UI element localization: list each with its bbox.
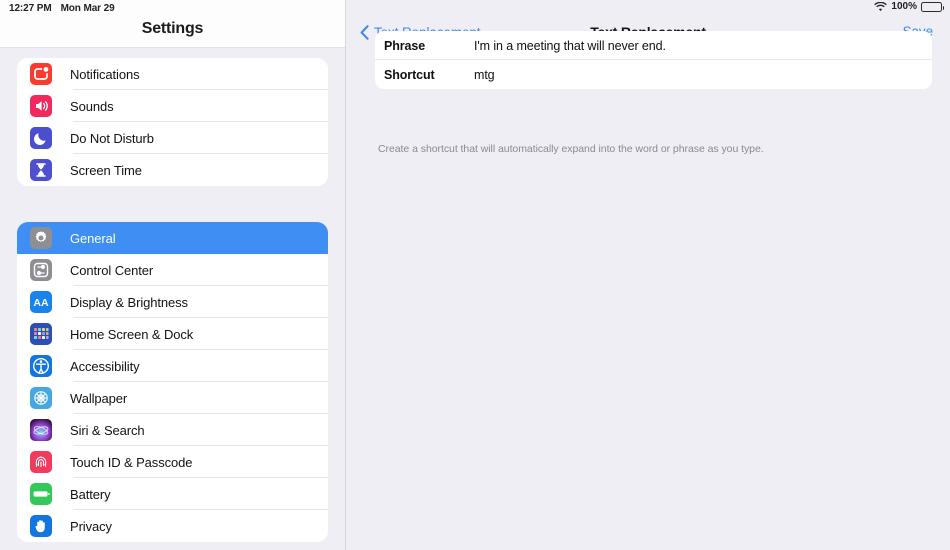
sidebar-item-screen-time[interactable]: Screen Time [17,154,328,186]
battery-icon [30,483,52,505]
do-not-disturb-icon [30,127,52,149]
sidebar-header: Settings [0,0,345,48]
shortcut-input[interactable] [474,67,904,82]
sidebar-item-label: Privacy [70,518,112,534]
sidebar-item-label: Siri & Search [70,422,145,438]
sidebar-item-do-not-disturb[interactable]: Do Not Disturb [17,122,328,154]
screen-time-icon [30,159,52,181]
sidebar-item-privacy[interactable]: Privacy [17,510,328,542]
control-center-icon [30,259,52,281]
page-title: Settings [141,20,204,37]
sidebar-item-label: Sounds [70,98,114,114]
sidebar-item-home-screen-dock[interactable]: Home Screen & Dock [17,318,328,350]
privacy-hand-icon [30,515,52,537]
phrase-input[interactable] [474,38,904,53]
accessibility-icon [30,355,52,377]
sidebar-item-touch-id-passcode[interactable]: Touch ID & Passcode [17,446,328,478]
sidebar-item-battery[interactable]: Battery [17,478,328,510]
form-row-phrase[interactable]: Phrase [375,31,932,60]
sidebar-item-label: Home Screen & Dock [70,326,194,342]
siri-search-icon [30,419,52,441]
chevron-left-icon [360,24,369,40]
shortcut-label: Shortcut [384,67,435,82]
sidebar-item-display-brightness[interactable]: AA Display & Brightness [17,286,328,318]
phrase-label: Phrase [384,38,426,53]
home-screen-dock-icon [30,323,52,345]
sidebar-item-sounds[interactable]: Sounds [17,90,328,122]
ipad-settings-screen: 12:27 PM Mon Mar 29 100% Settings Notifi… [0,0,950,550]
sidebar-item-label: General [70,230,116,246]
notifications-icon [30,63,52,85]
sidebar-item-accessibility[interactable]: Accessibility [17,350,328,382]
display-brightness-icon: AA [30,291,52,313]
sidebar-item-label: Screen Time [70,162,142,178]
sounds-icon [30,95,52,117]
form-row-shortcut[interactable]: Shortcut [375,60,932,89]
touch-id-passcode-icon [30,451,52,473]
sidebar-item-label: Notifications [70,66,140,82]
sidebar-item-label: Touch ID & Passcode [70,454,193,470]
wallpaper-icon [30,387,52,409]
sidebar-item-label: Battery [70,486,111,502]
sidebar-scroll-area[interactable]: Notifications Sounds Do Not Disturb Scre… [0,48,345,542]
svg-text:AA: AA [33,297,49,309]
detail-pane: Text Replacement Text Replacement Save P… [346,0,950,550]
form-footnote: Create a shortcut that will automaticall… [378,143,764,155]
text-replacement-form: Phrase Shortcut [375,31,932,89]
settings-sidebar: Settings Notifications Sounds Do Not Dis… [0,0,346,550]
sidebar-group-1: Notifications Sounds Do Not Disturb Scre… [17,58,328,186]
sidebar-item-control-center[interactable]: Control Center [17,254,328,286]
sidebar-item-label: Do Not Disturb [70,130,154,146]
sidebar-item-label: Accessibility [70,358,140,374]
sidebar-item-notifications[interactable]: Notifications [17,58,328,90]
sidebar-item-general[interactable]: General [17,222,328,254]
sidebar-item-label: Display & Brightness [70,294,188,310]
sidebar-item-wallpaper[interactable]: Wallpaper [17,382,328,414]
sidebar-item-label: Wallpaper [70,390,128,406]
sidebar-item-siri-search[interactable]: Siri & Search [17,414,328,446]
sidebar-group-2: General Control Center AA Display & Brig… [17,222,328,542]
general-gear-icon [30,227,52,249]
sidebar-item-label: Control Center [70,262,154,278]
